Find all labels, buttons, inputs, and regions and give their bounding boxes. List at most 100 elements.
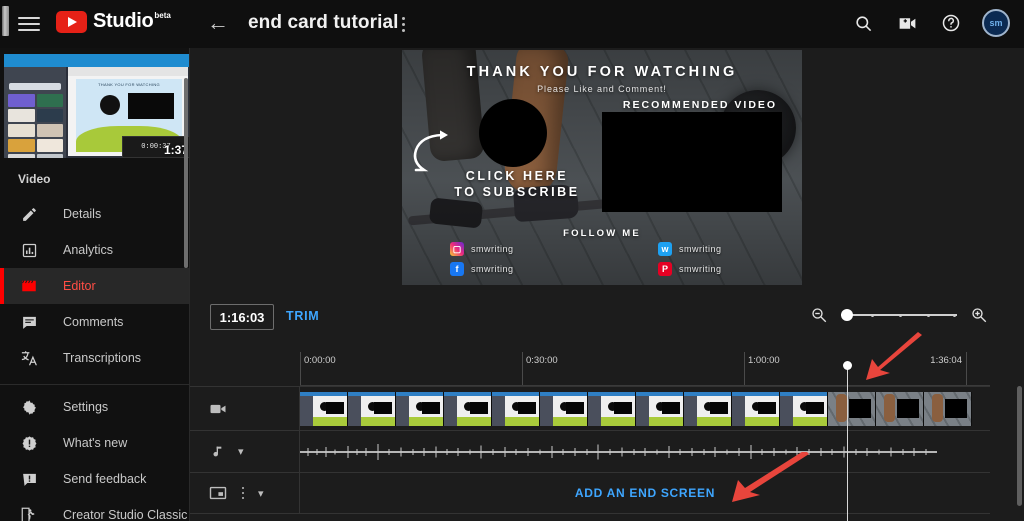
audio-track-body[interactable]: [300, 431, 990, 472]
pinterest-icon: P: [658, 262, 672, 276]
filmstrip-frame: [732, 392, 780, 426]
social-twitter[interactable]: w smwriting: [658, 242, 722, 256]
sidebar-item-transcriptions[interactable]: Transcriptions: [0, 340, 190, 376]
audio-waveform: [300, 443, 937, 460]
help-question-icon[interactable]: [938, 10, 964, 36]
studio-brand[interactable]: Studio beta: [56, 8, 171, 34]
filmstrip-frame: [396, 392, 444, 426]
filmstrip-frame: [348, 392, 396, 426]
social-handle: smwriting: [679, 244, 722, 254]
zoom-slider-knob[interactable]: [841, 309, 853, 321]
page-scrollbar[interactable]: [2, 6, 9, 36]
brand-beta-tag: beta: [154, 11, 171, 20]
video-camera-icon: [208, 399, 228, 419]
social-instagram[interactable]: ▢ smwriting: [450, 242, 514, 256]
gear-icon: [18, 396, 40, 418]
back-arrow-icon[interactable]: ←: [206, 12, 230, 36]
timeline-bottom-divider: [190, 513, 990, 514]
subscribe-line-1: CLICK HERE: [465, 169, 569, 183]
preview-area: THANK YOU FOR WATCHING Please Like and C…: [190, 48, 1024, 290]
timeline-panel: 1:16:03 TRIM 0:00:00 0:30:00 1:00:00 1:3…: [190, 290, 1024, 521]
sidebar-item-analytics[interactable]: Analytics: [0, 232, 190, 268]
sidebar-item-label: Creator Studio Classic: [63, 508, 188, 521]
avatar-initials: sm: [989, 18, 1003, 28]
social-facebook[interactable]: f smwriting: [450, 262, 514, 276]
end-screen-icon: [208, 483, 228, 503]
filmstrip-frame: [540, 392, 588, 426]
ruler-label: 0:30:00: [526, 355, 558, 366]
timeline-playhead[interactable]: [843, 361, 852, 521]
follow-me-label: FOLLOW ME: [563, 228, 641, 239]
add-an-end-screen-button[interactable]: ADD AN END SCREEN: [300, 473, 990, 513]
sidebar-item-whats-new[interactable]: What's new: [0, 425, 190, 461]
youtube-studio-editor: Studio beta ← end card tutorial sm THANK…: [0, 0, 1024, 521]
ruler-label: 0:00:00: [304, 355, 336, 366]
comment-bubble-icon: [18, 311, 40, 333]
chevron-down-icon[interactable]: ▾: [258, 487, 264, 500]
filmstrip-frame: [588, 392, 636, 426]
video-thumbnail[interactable]: THANK YOU FOR WATCHING 0:00:37 1:37: [4, 54, 190, 158]
playhead-handle[interactable]: [843, 361, 852, 370]
avatar[interactable]: sm: [982, 9, 1010, 37]
sidebar-divider: [0, 384, 190, 385]
sidebar-item-details[interactable]: Details: [0, 196, 190, 232]
sidebar-item-label: Transcriptions: [63, 351, 142, 365]
filmstrip-frame-endscreen: [828, 392, 876, 426]
current-timecode[interactable]: 1:16:03: [210, 304, 274, 330]
filmstrip-frame: [684, 392, 732, 426]
zoom-in-icon[interactable]: [970, 306, 988, 324]
page-title: end card tutorial: [248, 12, 399, 33]
recommended-video-label: RECOMMENDED VIDEO: [622, 99, 778, 111]
sidebar-item-label: Settings: [63, 400, 109, 414]
facebook-icon: f: [450, 262, 464, 276]
search-icon[interactable]: [850, 10, 876, 36]
youtube-logo-icon: [56, 11, 87, 33]
feedback-bubble-icon: [18, 468, 40, 490]
end-screen-options-icon[interactable]: [238, 486, 248, 500]
sidebar-scrollbar[interactable]: [184, 78, 188, 268]
end-screen-track-body[interactable]: ADD AN END SCREEN: [300, 473, 990, 513]
kebab-menu-icon[interactable]: [394, 14, 412, 34]
filmstrip-frame: [300, 392, 348, 426]
pencil-icon: [18, 203, 40, 225]
sidebar-item-settings[interactable]: Settings: [0, 389, 190, 425]
zoom-out-icon[interactable]: [810, 306, 828, 324]
ruler-end-label: 1:36:04: [930, 355, 962, 366]
timeline-ruler[interactable]: 0:00:00 0:30:00 1:00:00 1:36:04: [300, 352, 990, 386]
trim-button[interactable]: TRIM: [286, 309, 319, 323]
translate-icon: [18, 347, 40, 369]
filmstrip-frame-endscreen: [876, 392, 924, 426]
sidebar-item-comments[interactable]: Comments: [0, 304, 190, 340]
exit-runner-icon: [18, 504, 40, 521]
add-end-screen-label: ADD AN END SCREEN: [574, 486, 716, 500]
timeline-video-track: [190, 386, 990, 430]
video-camera-plus-icon[interactable]: [894, 10, 920, 36]
sidebar-item-creator-studio-classic[interactable]: Creator Studio Classic: [0, 497, 190, 521]
social-pinterest[interactable]: P smwriting: [658, 262, 722, 276]
audio-track-header: ▾: [190, 431, 300, 472]
subscribe-button-placeholder[interactable]: [479, 99, 547, 167]
video-track-body[interactable]: [300, 387, 990, 430]
alert-badge-icon: [18, 432, 40, 454]
filmstrip-frame: [780, 392, 828, 426]
filmstrip-frame: [492, 392, 540, 426]
sidebar-item-editor[interactable]: Editor: [0, 268, 190, 304]
recommended-video-placeholder[interactable]: [602, 112, 782, 212]
social-handle: smwriting: [679, 264, 722, 274]
sidebar-item-send-feedback[interactable]: Send feedback: [0, 461, 190, 497]
top-bar: Studio beta ← end card tutorial sm: [0, 0, 1024, 48]
video-filmstrip[interactable]: [300, 392, 990, 426]
video-track-header: [190, 387, 300, 430]
timeline-audio-track: ▾: [190, 430, 990, 472]
subscribe-line-2: TO SUBSCRIBE: [454, 185, 580, 199]
twitter-icon: w: [658, 242, 672, 256]
sidebar-item-label: Details: [63, 207, 102, 221]
filmstrip-frame-endscreen: [924, 392, 972, 426]
bar-chart-icon: [18, 239, 40, 261]
hamburger-icon[interactable]: [18, 14, 40, 34]
sidebar-item-label: Send feedback: [63, 472, 147, 486]
timeline-scrollbar[interactable]: [1017, 386, 1022, 506]
timeline-zoom-slider[interactable]: [841, 306, 957, 324]
video-player[interactable]: THANK YOU FOR WATCHING Please Like and C…: [402, 50, 802, 285]
chevron-down-icon[interactable]: ▾: [238, 445, 244, 458]
